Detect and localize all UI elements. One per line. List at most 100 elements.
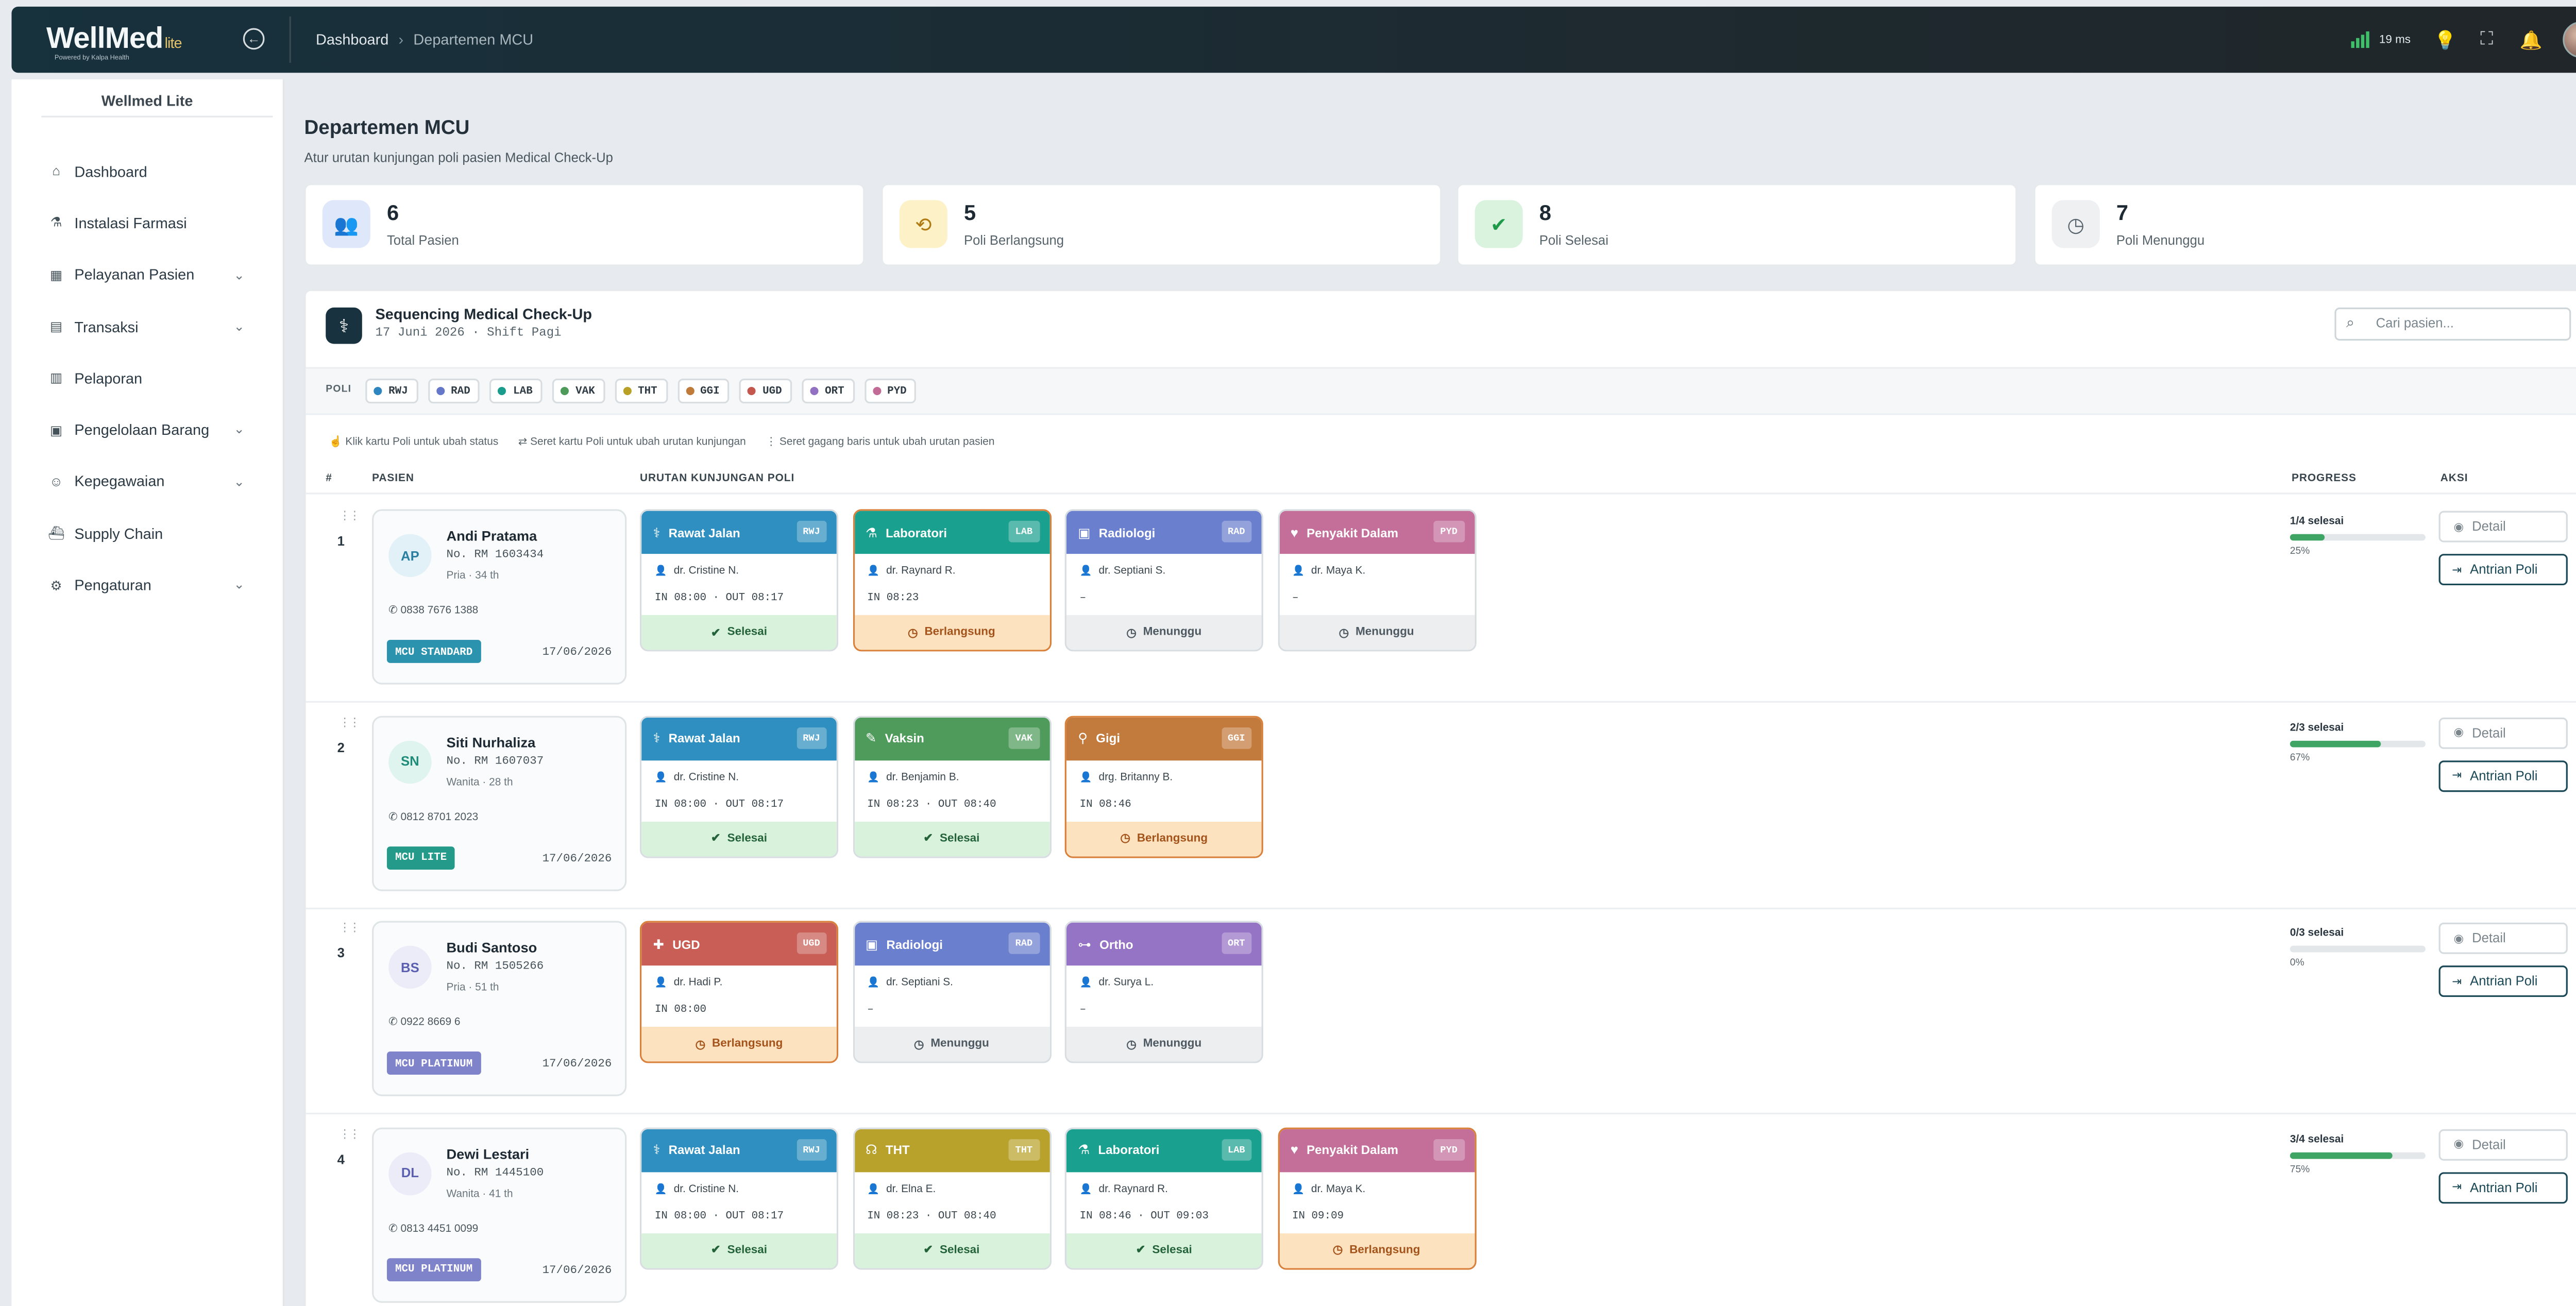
chevron-down-icon[interactable]: ⌄ <box>233 267 245 282</box>
status-bar[interactable]: ✔ Selesai <box>641 615 837 650</box>
poli-chip-vak[interactable]: VAK <box>552 378 605 404</box>
patient-card[interactable]: SN Siti Nurhaliza No. RM 1607037 Wanita · 2… <box>372 715 627 891</box>
status-bar[interactable]: ✔ Selesai <box>641 1232 837 1267</box>
drag-handle-icon[interactable]: ⋮⋮ <box>339 509 361 522</box>
poli-card-rad[interactable]: ▣ Radiologi RAD 👤 dr. Septiani S. – ◷ Menunggu <box>852 921 1051 1063</box>
phone-number: 0922 8669 6 <box>400 1016 461 1029</box>
sidebar-item-instalasi-farmasi[interactable]: ⚗ Instalasi Farmasi <box>11 197 282 249</box>
poli-card-ugd[interactable]: ✚ UGD UGD 👤 dr. Hadi P. IN 08:00 ◷ Berlangsung <box>639 921 839 1063</box>
status-bar[interactable]: ◷ Berlangsung <box>1066 821 1262 856</box>
app-logo[interactable]: WellMed lite <box>46 22 182 56</box>
poli-chip-ugd[interactable]: UGD <box>739 378 792 404</box>
poli-chip-pyd[interactable]: PYD <box>864 378 917 404</box>
status-bar[interactable]: ◷ Berlangsung <box>854 615 1049 650</box>
sidebar-item-transaksi[interactable]: ▤ Transaksi ⌄ <box>11 301 282 352</box>
poli-chip-lab[interactable]: LAB <box>490 378 543 404</box>
lightbulb-icon[interactable]: 💡 <box>2434 29 2456 50</box>
doctor-name: 👤 dr. Benjamin B. <box>867 771 959 783</box>
patient-card[interactable]: AP Andi Pratama No. RM 1603434 Pria · 34 th… <box>372 509 627 685</box>
stat-label: Poli Selesai <box>1539 233 1608 248</box>
poli-card-lab[interactable]: ⚗ Laboratori LAB 👤 dr. Raynard R. IN 08:46 · … <box>1064 1127 1263 1269</box>
fullscreen-icon[interactable]: ⛶ <box>2477 29 2497 50</box>
chevron-down-icon[interactable]: ⌄ <box>233 578 245 592</box>
doctor-name: 👤 dr. Maya K. <box>1292 1183 1365 1194</box>
patient-name: Siti Nurhaliza <box>446 733 536 750</box>
detail-button[interactable]: ◉ Detail <box>2438 717 2568 749</box>
poli-name: Penyakit Dalam <box>1307 524 1399 540</box>
search-input[interactable] <box>2376 312 2558 334</box>
poli-code-badge: RWJ <box>796 520 827 542</box>
sidebar-item-dashboard[interactable]: ⌂ Dashboard <box>11 145 282 197</box>
poli-chip-tht[interactable]: THT <box>615 378 667 404</box>
sidebar-item-supply-chain[interactable]: ⛴ Supply Chain <box>11 507 282 559</box>
visit-time: IN 08:46 <box>1079 798 1131 809</box>
drag-handle-icon[interactable]: ⋮⋮ <box>339 921 361 934</box>
status-bar[interactable]: ✔ Selesai <box>641 821 837 856</box>
sidebar-item-pengaturan[interactable]: ⚙ Pengaturan ⌄ <box>11 559 282 611</box>
status-label: Berlangsung <box>1349 1244 1420 1256</box>
status-bar[interactable]: ◷ Menunggu <box>854 1026 1049 1062</box>
status-bar[interactable]: ◷ Berlangsung <box>1279 1232 1475 1267</box>
poli-card-rwj[interactable]: ⚕ Rawat Jalan RWJ 👤 dr. Cristine N. IN 08:00 … <box>639 509 839 652</box>
drag-handle-icon[interactable]: ⋮⋮ <box>339 715 361 728</box>
antrian-poli-button[interactable]: ⇥ Antrian Poli <box>2438 554 2568 586</box>
check-circle-icon: ✔ <box>1475 200 1523 248</box>
chevron-down-icon[interactable]: ⌄ <box>233 474 245 489</box>
sidebar-item-pelayanan-pasien[interactable]: ▦ Pelayanan Pasien ⌄ <box>11 249 282 300</box>
patient-card[interactable]: BS Budi Santoso No. RM 1505266 Pria · 51 th… <box>372 921 627 1096</box>
sidebar-item-label: Kepegawaian <box>74 473 165 490</box>
poli-card-ort[interactable]: ⊶ Ortho ORT 👤 dr. Surya L. – ◷ Menunggu <box>1064 921 1263 1063</box>
poli-chip-ggi[interactable]: GGI <box>677 378 730 404</box>
poli-chip-ort[interactable]: ORT <box>802 378 854 404</box>
user-avatar[interactable] <box>2563 21 2576 58</box>
antrian-poli-button[interactable]: ⇥ Antrian Poli <box>2438 965 2568 997</box>
poli-code-badge: LAB <box>1008 520 1039 542</box>
status-bar[interactable]: ✔ Selesai <box>854 821 1049 856</box>
poli-card-ggi[interactable]: ⚲ Gigi GGI 👤 drg. Britanny B. IN 08:46 ◷ Berlan… <box>1064 715 1263 857</box>
eye-icon: ◉ <box>2453 933 2464 945</box>
poli-card-rwj[interactable]: ⚕ Rawat Jalan RWJ 👤 dr. Cristine N. IN 08:00 … <box>639 715 839 857</box>
status-bar[interactable]: ◷ Menunggu <box>1066 615 1262 650</box>
drag-handle-icon[interactable]: ⋮⋮ <box>339 1127 361 1140</box>
sidebar-item-kepegawaian[interactable]: ☺ Kepegawaian ⌄ <box>11 456 282 507</box>
status-bar[interactable]: ◷ Menunggu <box>1066 1026 1262 1062</box>
visit-time: – <box>867 1003 874 1015</box>
sidebar-item-pengelolaan-barang[interactable]: ▣ Pengelolaan Barang ⌄ <box>11 404 282 456</box>
status-bar[interactable]: ◷ Berlangsung <box>641 1026 837 1062</box>
package-badge: MCU STANDARD <box>386 639 481 663</box>
check-circle-icon: ✔ <box>1136 1245 1146 1257</box>
detail-button[interactable]: ◉ Detail <box>2438 1128 2568 1160</box>
chevron-down-icon[interactable]: ⌄ <box>233 319 245 334</box>
detail-button[interactable]: ◉ Detail <box>2438 922 2568 954</box>
poli-card-rad[interactable]: ▣ Radiologi RAD 👤 dr. Septiani S. – ◷ Menunggu <box>1064 509 1263 652</box>
status-bar[interactable]: ✔ Selesai <box>1066 1232 1262 1267</box>
breadcrumb-dashboard[interactable]: Dashboard <box>316 31 388 48</box>
status-bar[interactable]: ◷ Menunggu <box>1279 615 1475 650</box>
poli-chip-rad[interactable]: RAD <box>428 378 480 404</box>
divider <box>289 16 291 63</box>
doctor-label: dr. Hadi P. <box>673 977 723 989</box>
poli-card-vak[interactable]: ✎ Vaksin VAK 👤 dr. Benjamin B. IN 08:23 · OUT… <box>852 715 1051 857</box>
poli-card-lab[interactable]: ⚗ Laboratori LAB 👤 dr. Raynard R. IN 08:23 ◷ Be… <box>852 509 1051 652</box>
poli-card-pyd[interactable]: ♥ Penyakit Dalam PYD 👤 dr. Maya K. IN 09:09 ◷ B… <box>1277 1127 1476 1269</box>
back-arrow-icon[interactable]: ← <box>243 28 265 50</box>
report-icon: ▥ <box>49 370 63 386</box>
breadcrumb-separator-icon: › <box>398 31 404 48</box>
poli-card-rwj[interactable]: ⚕ Rawat Jalan RWJ 👤 dr. Cristine N. IN 08:00 … <box>639 1127 839 1269</box>
antrian-poli-button[interactable]: ⇥ Antrian Poli <box>2438 1171 2568 1203</box>
col-action: AKSI <box>2440 472 2468 485</box>
poli-card-pyd[interactable]: ♥ Penyakit Dalam PYD 👤 dr. Maya K. – ◷ Menunggu <box>1277 509 1476 652</box>
sidebar-item-pelaporan[interactable]: ▥ Pelaporan <box>11 352 282 404</box>
chevron-down-icon[interactable]: ⌄ <box>233 422 245 437</box>
progress-text: 1/4 selesai <box>2290 516 2344 528</box>
visit-time: IN 08:00 · OUT 08:17 <box>654 1209 784 1221</box>
status-bar[interactable]: ✔ Selesai <box>854 1232 1049 1267</box>
row-number: 1 <box>337 534 345 549</box>
antrian-poli-button[interactable]: ⇥ Antrian Poli <box>2438 759 2568 791</box>
detail-button[interactable]: ◉ Detail <box>2438 511 2568 542</box>
poli-code-badge: RAD <box>1221 520 1252 542</box>
bell-icon[interactable]: 🔔 <box>2520 29 2543 50</box>
poli-chip-rwj[interactable]: RWJ <box>365 378 418 404</box>
patient-card[interactable]: DL Dewi Lestari No. RM 1445100 Wanita · 41 … <box>372 1127 627 1302</box>
poli-card-tht[interactable]: ☊ THT THT 👤 dr. Elna E. IN 08:23 · OUT 08:40 ✔… <box>852 1127 1051 1269</box>
